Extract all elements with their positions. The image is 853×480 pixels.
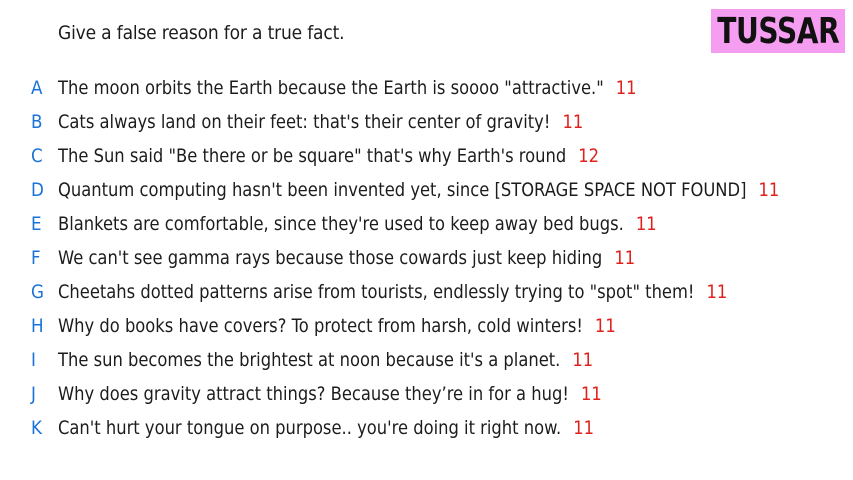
answer-score: 11 [758,179,780,201]
answer-letter: H [31,315,44,337]
answer-text: Cats always land on their feet: that's t… [58,111,551,133]
answer-text: Quantum computing hasn't been invented y… [58,179,747,201]
answer-row-d[interactable]: D Quantum computing hasn't been invented… [0,174,853,208]
answer-letter: I [31,349,36,371]
answer-letter: E [31,213,42,235]
answer-letter: A [31,77,43,99]
answer-row-i[interactable]: I The sun becomes the brightest at noon … [0,344,853,378]
answer-letter: J [31,383,36,405]
answer-score: 11 [580,383,602,405]
answer-row-k[interactable]: K Can't hurt your tongue on purpose.. yo… [0,412,853,446]
answer-letter: F [31,247,41,269]
answer-row-g[interactable]: G Cheetahs dotted patterns arise from to… [0,276,853,310]
answer-text: The sun becomes the brightest at noon be… [58,349,561,371]
answer-score: 11 [614,247,636,269]
answer-score: 11 [573,417,595,439]
answer-text: The moon orbits the Earth because the Ea… [58,77,604,99]
answer-score: 11 [562,111,584,133]
answer-letter: B [31,111,43,133]
answer-row-h[interactable]: H Why do books have covers? To protect f… [0,310,853,344]
brand-logo: TUSSAR [711,9,845,53]
answer-score: 11 [635,213,657,235]
answer-text: Can't hurt your tongue on purpose.. you'… [58,417,562,439]
answer-text: We can't see gamma rays because those co… [58,247,603,269]
answer-row-b[interactable]: B Cats always land on their feet: that's… [0,106,853,140]
answer-letter: G [31,281,44,303]
answer-row-c[interactable]: C The Sun said "Be there or be square" t… [0,140,853,174]
answer-letter: D [31,179,44,201]
answer-row-f[interactable]: F We can't see gamma rays because those … [0,242,853,276]
answer-text: Why does gravity attract things? Because… [58,383,569,405]
answer-row-j[interactable]: J Why does gravity attract things? Becau… [0,378,853,412]
answer-score: 11 [594,315,616,337]
answer-score: 11 [706,281,728,303]
prompt-text: Give a false reason for a true fact. [58,22,345,44]
answer-score: 11 [615,77,637,99]
answer-letter: C [31,145,43,167]
brand-label: TUSSAR [716,10,840,52]
answer-score: 12 [578,145,600,167]
answer-text: Cheetahs dotted patterns arise from tour… [58,281,695,303]
answer-text: Blankets are comfortable, since they're … [58,213,624,235]
answer-text: Why do books have covers? To protect fro… [58,315,583,337]
answer-row-a[interactable]: A The moon orbits the Earth because the … [0,72,853,106]
answer-row-e[interactable]: E Blankets are comfortable, since they'r… [0,208,853,242]
answer-text: The Sun said "Be there or be square" tha… [58,145,567,167]
answer-score: 11 [572,349,594,371]
answer-letter: K [31,417,42,439]
